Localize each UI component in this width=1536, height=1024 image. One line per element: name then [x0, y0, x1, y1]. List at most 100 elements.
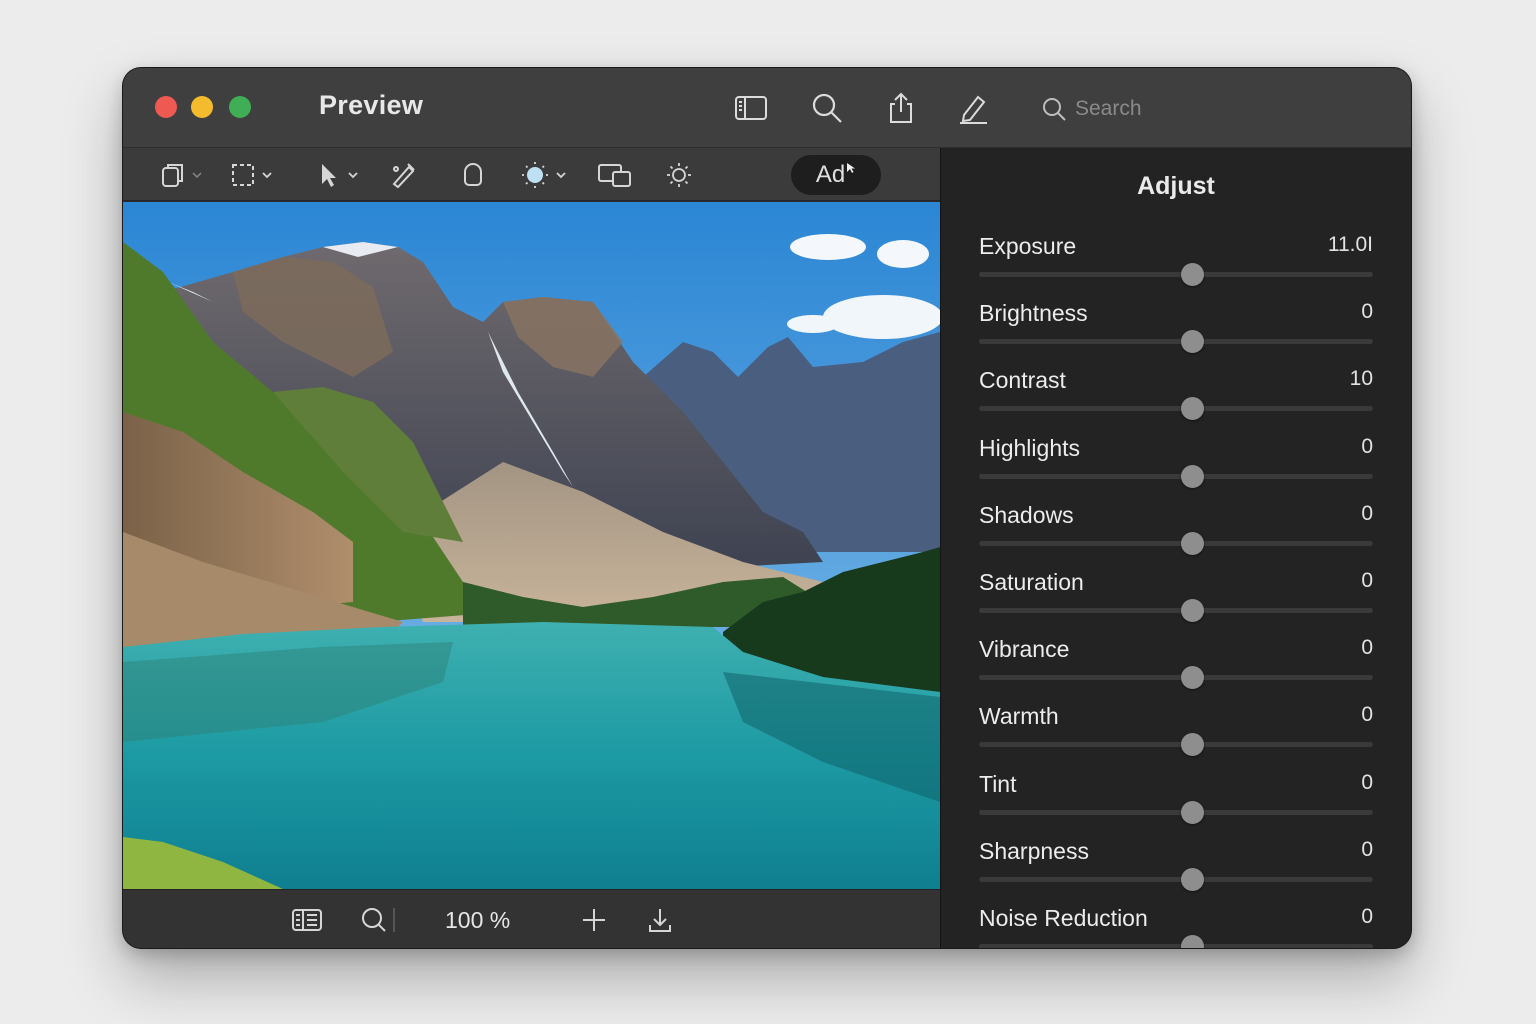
shape-tool[interactable]: [459, 160, 487, 190]
title-bar: Preview Search: [123, 68, 1411, 148]
adjust-row-saturation: Saturation 0: [979, 569, 1373, 629]
adjust-label: Warmth: [979, 703, 1059, 730]
adjust-slider-thumb[interactable]: [1180, 733, 1204, 757]
adjust-slider-track[interactable]: [979, 876, 1373, 882]
adjust-slider-thumb[interactable]: [1180, 263, 1204, 286]
adjust-label: Contrast: [979, 367, 1066, 394]
share-icon[interactable]: [883, 90, 919, 126]
search-icon: [1043, 98, 1066, 121]
adjust-slider-thumb[interactable]: [1180, 599, 1204, 622]
resize-icon: [598, 164, 631, 187]
adjust-value: 11.0I: [1327, 233, 1373, 256]
zoom-level: 100 %: [445, 907, 511, 933]
adjust-label: Exposure: [979, 233, 1077, 259]
zoom-in-button[interactable]: [579, 904, 609, 936]
zoom-out-icon: [362, 908, 395, 932]
adjust-slider-thumb[interactable]: [1180, 867, 1204, 891]
adjust-row-highlights: Highlights 0: [979, 435, 1373, 495]
pointer-tool[interactable]: [315, 160, 359, 190]
adjust-label: Highlights: [979, 434, 1080, 461]
chevron-down-icon: [556, 172, 566, 179]
adjust-row-shadows: Shadows 0: [979, 502, 1373, 562]
minimize-button[interactable]: [191, 96, 213, 118]
adjust-value: 0: [1361, 770, 1373, 794]
shape-icon: [464, 163, 482, 186]
pointer-icon: [322, 164, 336, 187]
sidebar-list-button[interactable]: [291, 904, 323, 936]
adjust-slider-thumb[interactable]: [1180, 464, 1204, 488]
adjust-panel: Adjust Exposure 11.0I Brightness 0 Contrast 1…: [940, 148, 1411, 948]
adjust-slider-thumb[interactable]: [1180, 531, 1204, 555]
adjust-row-warmth: Warmth 0: [979, 703, 1373, 763]
adjust-color-icon: [522, 162, 548, 188]
adjust-slider-thumb[interactable]: [1180, 935, 1204, 948]
adjust-value: 0: [1361, 501, 1373, 525]
adjust-label: Vibrance: [979, 636, 1070, 663]
adjust-slider-track[interactable]: [979, 944, 1373, 948]
markup-toolbar: Ad: [123, 148, 940, 201]
adjust-slider-track[interactable]: [979, 406, 1373, 412]
app-title: Preview: [319, 90, 424, 120]
adjust-value: 0: [1361, 636, 1373, 660]
adjust-slider-track[interactable]: [979, 608, 1373, 613]
resize-tool[interactable]: [597, 160, 633, 190]
brightness-icon: [667, 163, 691, 187]
adjust-value: 0: [1361, 905, 1373, 928]
search-field[interactable]: Search: [1029, 90, 1285, 128]
close-button[interactable]: [155, 96, 177, 118]
adjust-slider-thumb[interactable]: [1180, 397, 1204, 421]
zoom-window-button[interactable]: [229, 96, 251, 118]
rectangular-selection-icon: [232, 164, 254, 186]
brightness-tool[interactable]: [665, 160, 693, 190]
adjust-label: Sharpness: [979, 837, 1089, 864]
cursor-arrow-icon: [847, 163, 856, 173]
adjust-slider-track[interactable]: [979, 473, 1373, 479]
adjust-label: Tint: [979, 770, 1017, 797]
sidebar-list-icon: [292, 909, 322, 931]
adjust-slider-track[interactable]: [979, 272, 1373, 277]
download-button[interactable]: [645, 904, 675, 936]
page-copy-icon: [162, 164, 183, 187]
adjust-row-brightness: Brightness 0: [979, 300, 1373, 360]
adjust-value: 0: [1361, 300, 1373, 324]
adjust-row-sharpness: Sharpness 0: [979, 838, 1373, 898]
preview-window: Preview Search Ad 100 % Adjust Exposure …: [123, 68, 1411, 948]
adjust-value: 10: [1349, 367, 1373, 391]
adjust-slider-track[interactable]: [979, 675, 1373, 681]
adjust-title: Adjust: [1137, 172, 1215, 200]
adjust-label: Brightness: [979, 300, 1088, 327]
adjust-slider-thumb[interactable]: [1180, 330, 1204, 354]
adjust-slider-thumb[interactable]: [1180, 666, 1204, 690]
sidebar-icon[interactable]: [733, 90, 769, 126]
adjust-slider-track[interactable]: [979, 339, 1373, 345]
download-icon: [649, 909, 671, 932]
sketch-tool[interactable]: [389, 160, 417, 190]
adjust-value: 0: [1361, 703, 1373, 727]
adjust-slider-track[interactable]: [979, 742, 1373, 748]
zoom-icon[interactable]: [809, 90, 845, 126]
page-copy-tool[interactable]: [159, 160, 203, 190]
adjust-slider-thumb[interactable]: [1180, 800, 1204, 824]
zoom-out-button[interactable]: [359, 904, 399, 936]
adjust-row-vibrance: Vibrance 0: [979, 636, 1373, 696]
adjust-value: 0: [1361, 434, 1373, 458]
adjust-row-contrast: Contrast 10: [979, 367, 1373, 427]
selection-tool[interactable]: [229, 160, 273, 190]
adjust-row-exposure: Exposure 11.0I: [979, 233, 1373, 293]
adjust-label: Noise Reduction: [979, 905, 1148, 931]
image-canvas[interactable]: [123, 202, 940, 889]
adjust-row-noise-reduction: Noise Reduction 0: [979, 905, 1373, 948]
chevron-down-icon: [192, 172, 202, 179]
adjust-label: Shadows: [979, 501, 1074, 528]
adjust-row-tint: Tint 0: [979, 771, 1373, 831]
adjust-value: 0: [1361, 569, 1373, 592]
zoom-in-icon: [583, 909, 605, 931]
adjust-color-tool[interactable]: [519, 160, 567, 190]
adjust-value: 0: [1361, 837, 1373, 861]
bottom-bar: 100 %: [123, 889, 940, 948]
chevron-down-icon: [348, 172, 358, 179]
text-tool-button[interactable]: Ad: [791, 155, 881, 195]
markup-icon[interactable]: [955, 90, 991, 126]
adjust-slider-track[interactable]: [979, 809, 1373, 815]
adjust-slider-track[interactable]: [979, 540, 1373, 546]
